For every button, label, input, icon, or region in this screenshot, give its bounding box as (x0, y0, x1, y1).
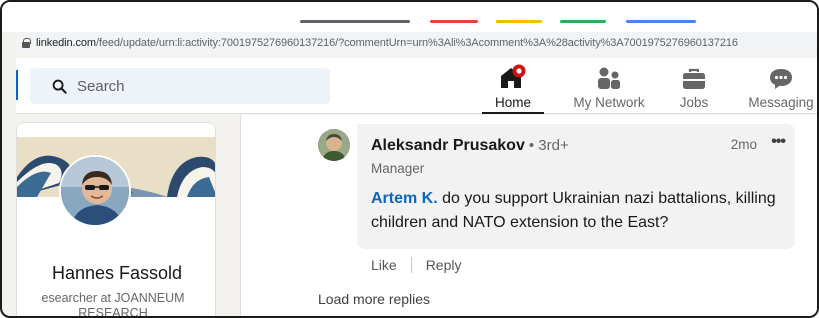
nav-jobs[interactable]: Jobs (676, 58, 712, 114)
search-box[interactable]: Search (30, 68, 330, 104)
lock-icon[interactable] (22, 38, 31, 48)
messaging-icon (769, 64, 793, 90)
like-button[interactable]: Like (371, 257, 397, 273)
reply-button[interactable]: Reply (426, 257, 462, 273)
action-separator (410, 257, 412, 273)
comment-author-name[interactable]: Aleksandr Prusakov (371, 137, 525, 154)
linkedin-header: Search Home My Network Jobs Messaging (16, 58, 817, 114)
profile-headline-line: esearcher at JOANNEUM (41, 291, 185, 305)
profile-avatar[interactable] (59, 155, 131, 227)
comment-actions: Like Reply (371, 257, 461, 273)
tab-indicator[interactable] (626, 20, 696, 23)
search-input[interactable]: Search (77, 78, 125, 95)
nav-label: My Network (573, 95, 645, 110)
commenter-avatar[interactable] (318, 129, 350, 161)
home-icon (498, 64, 528, 90)
comment-timestamp: 2mo (730, 137, 757, 152)
nav-label: Messaging (748, 95, 814, 110)
tab-indicator[interactable] (496, 20, 542, 23)
url-text[interactable]: linkedin.com/feed/update/urn:li:activity… (36, 37, 738, 49)
nav-label: Home (494, 95, 531, 110)
nav-my-network[interactable]: My Network (568, 58, 650, 114)
profile-headline-line: RESEARCH (78, 306, 148, 318)
tab-strip (2, 2, 817, 32)
tab-indicator[interactable] (300, 20, 410, 23)
profile-card[interactable]: Hannes Fassold esearcher at JOANNEUM RES… (16, 122, 216, 318)
profile-headline: esearcher at JOANNEUM RESEARCH (17, 291, 213, 318)
tab-indicator[interactable] (430, 20, 478, 23)
tab-indicator[interactable] (560, 20, 606, 23)
comment-bubble: Aleksandr Prusakov • 3rd+ Manager 2mo •••… (357, 124, 795, 249)
connection-degree: • 3rd+ (528, 137, 569, 154)
nav-messaging[interactable]: Messaging (744, 58, 817, 114)
url-path: /feed/update/urn:li:activity:70019752769… (95, 37, 738, 49)
comment-author[interactable]: Aleksandr Prusakov • 3rd+ (371, 137, 569, 155)
logo-edge (16, 70, 18, 100)
load-more-replies-button[interactable]: Load more replies (318, 291, 430, 307)
profile-name[interactable]: Hannes Fassold (17, 263, 215, 284)
url-host: linkedin.com (36, 37, 96, 49)
comment-author-title: Manager (371, 161, 425, 176)
my-network-icon (596, 64, 622, 90)
briefcase-icon (682, 64, 706, 90)
browser-window: linkedin.com/feed/update/urn:li:activity… (0, 0, 819, 318)
more-options-icon[interactable]: ••• (771, 133, 786, 151)
search-icon (52, 79, 67, 94)
nav-home[interactable]: Home (482, 58, 544, 114)
nav-label: Jobs (679, 95, 709, 110)
mention-link[interactable]: Artem K. (371, 190, 438, 207)
address-bar[interactable]: linkedin.com/feed/update/urn:li:activity… (16, 32, 817, 54)
comment-text: Artem K. do you support Ukrainian nazi b… (371, 187, 781, 235)
